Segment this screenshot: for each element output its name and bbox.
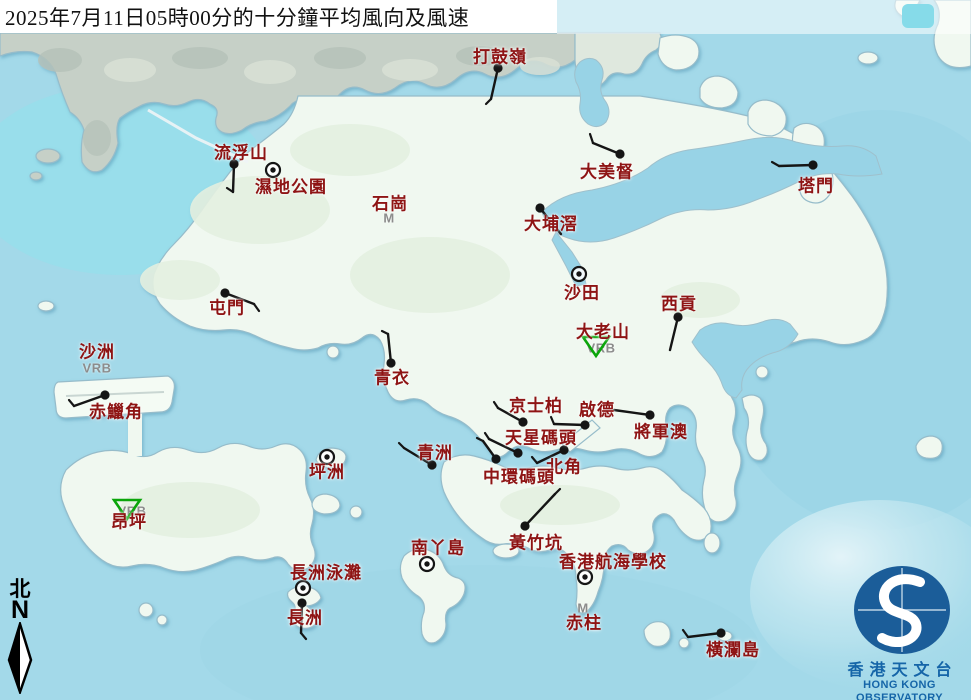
wind-barb-feather	[683, 630, 688, 637]
station-dot	[520, 521, 529, 530]
station-dot	[491, 454, 500, 463]
wind-barb	[614, 410, 650, 415]
hko-logo: 香港天文台 HONG KONG OBSERVATORY	[828, 560, 971, 700]
station-dot	[100, 390, 109, 399]
wind-barb-feather	[532, 457, 537, 463]
wind-barb-feather	[477, 438, 483, 441]
wind-barb	[688, 633, 721, 637]
station-dot	[386, 358, 395, 367]
wind-barb-feather	[772, 162, 779, 166]
wind-barb-feather	[301, 633, 306, 639]
station-dot	[297, 598, 306, 607]
station-dot	[513, 448, 522, 457]
wind-barb	[489, 439, 518, 453]
vrb-triangle-icon	[114, 500, 140, 519]
vrb-triangle-icon	[583, 337, 609, 356]
wind-barb-feather	[494, 402, 498, 408]
wind-barb-feather	[399, 443, 404, 448]
wind-barb	[540, 208, 561, 234]
wind-barb	[225, 293, 254, 304]
hko-logo-icon	[828, 560, 971, 656]
station-dot	[535, 203, 544, 212]
calm-symbol-center	[300, 585, 305, 590]
wind-barb-feather	[69, 400, 74, 406]
title-bar: 2025年7月11日05時00分的十分鐘平均風向及風速	[0, 0, 557, 33]
station-dot	[220, 288, 229, 297]
hko-name-en: HONG KONG OBSERVATORY	[828, 679, 971, 700]
wind-barb-feather	[551, 417, 554, 424]
wind-barb	[670, 317, 678, 350]
north-letter: N	[2, 598, 38, 622]
station-dot	[559, 445, 568, 454]
calm-symbol-center	[424, 561, 429, 566]
station-dot	[427, 460, 436, 469]
wind-barb-feather	[555, 489, 560, 494]
station-symbol-layer	[0, 0, 971, 700]
wind-barb	[525, 494, 555, 526]
wind-barb	[404, 448, 432, 465]
north-indicator: 北 N	[2, 578, 38, 699]
station-dot	[229, 159, 238, 168]
calm-symbol-center	[582, 574, 587, 579]
map-title: 2025年7月11日05時00分的十分鐘平均風向及風速	[0, 2, 469, 32]
wind-barb	[491, 68, 498, 99]
wind-barb	[74, 395, 105, 406]
station-dot	[645, 410, 654, 419]
wind-barb-feather	[382, 331, 388, 334]
calm-symbol-center	[270, 167, 275, 172]
calm-symbol-center	[576, 271, 581, 276]
station-dot	[493, 63, 502, 72]
wind-barb-feather	[590, 134, 593, 143]
station-dot	[808, 160, 817, 169]
station-dot	[716, 628, 725, 637]
north-arrow-icon	[2, 622, 38, 694]
station-dot	[580, 420, 589, 429]
hko-name-zh: 香港天文台	[828, 663, 971, 679]
station-dot	[518, 417, 527, 426]
station-dot	[673, 312, 682, 321]
wind-map-screen: MVRBVRBVRBM 打鼓嶺流浮山濕地公園石崗大美督塔門大埔滘沙田西貢大老山屯…	[0, 0, 971, 700]
calm-symbol-center	[324, 454, 329, 459]
wind-barb-feather	[254, 304, 259, 311]
wind-barb	[779, 165, 813, 166]
station-dot	[615, 149, 624, 158]
wind-barb	[554, 424, 585, 425]
wind-barb-feather	[486, 99, 491, 104]
wind-barb-feather	[485, 433, 489, 439]
